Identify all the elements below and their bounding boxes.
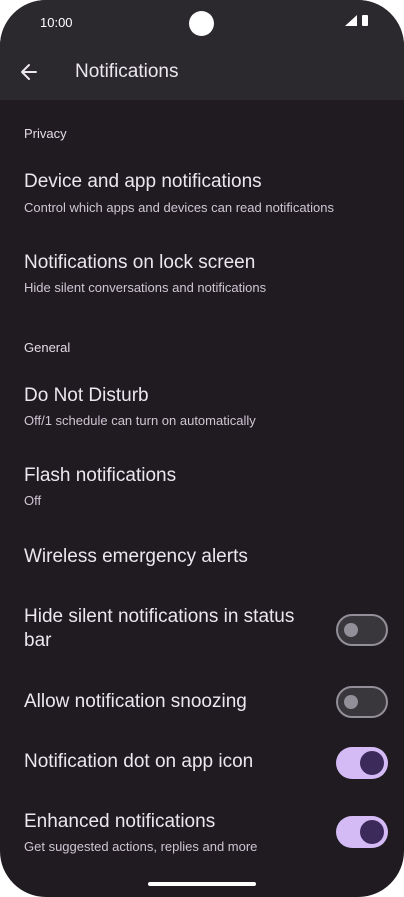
setting-title: Notifications on lock screen <box>24 252 256 273</box>
setting-title: Do Not Disturb <box>24 385 149 406</box>
status-icons <box>345 15 368 26</box>
section-header-general: General <box>24 340 71 355</box>
toggle-knob <box>360 751 384 775</box>
notification-dot-toggle[interactable] <box>336 747 388 779</box>
page-title: Notifications <box>75 61 179 82</box>
phone-screen: 10:00 Notifications Privacy Device and a… <box>0 0 404 897</box>
setting-title: Allow notification snoozing <box>24 691 247 712</box>
camera-cutout <box>189 11 214 36</box>
setting-hide-silent-notifications[interactable]: Hide silent notifications in status bar <box>0 596 404 664</box>
status-time: 10:00 <box>40 15 73 30</box>
setting-title: Device and app notifications <box>24 171 262 192</box>
setting-notification-dot[interactable]: Notification dot on app icon <box>0 738 404 786</box>
setting-do-not-disturb[interactable]: Do Not Disturb Off/1 schedule can turn o… <box>0 372 404 442</box>
setting-device-app-notifications[interactable]: Device and app notifications Control whi… <box>0 158 404 230</box>
hide-silent-toggle[interactable] <box>336 614 388 646</box>
setting-lock-screen-notifications[interactable]: Notifications on lock screen Hide silent… <box>0 240 404 310</box>
setting-notification-snoozing[interactable]: Allow notification snoozing <box>0 678 404 726</box>
setting-subtitle: Off <box>24 493 42 508</box>
setting-title: Hide silent notifications in status bar <box>24 606 295 651</box>
setting-title: Flash notifications <box>24 465 177 486</box>
battery-icon <box>362 15 368 26</box>
setting-subtitle: Off/1 schedule can turn on automatically <box>24 413 256 428</box>
setting-title: Wireless emergency alerts <box>24 546 248 567</box>
setting-subtitle: Get suggested actions, replies and more <box>24 839 258 854</box>
setting-flash-notifications[interactable]: Flash notifications Off <box>0 452 404 522</box>
signal-icon <box>345 15 357 26</box>
setting-title: Enhanced notifications <box>24 811 216 832</box>
setting-wireless-emergency-alerts[interactable]: Wireless emergency alerts <box>0 532 404 584</box>
toggle-knob <box>344 623 358 637</box>
snoozing-toggle[interactable] <box>336 686 388 718</box>
arrow-back-icon <box>21 64 37 80</box>
setting-subtitle: Control which apps and devices can read … <box>24 200 335 215</box>
enhanced-notifications-toggle[interactable] <box>336 816 388 848</box>
setting-subtitle: Hide silent conversations and notificati… <box>24 280 267 295</box>
home-indicator[interactable] <box>148 882 256 886</box>
setting-enhanced-notifications[interactable]: Enhanced notifications Get suggested act… <box>0 802 404 866</box>
app-bar: 10:00 Notifications <box>0 0 404 100</box>
toggle-knob <box>344 695 358 709</box>
back-button[interactable] <box>14 57 44 87</box>
toggle-knob <box>360 820 384 844</box>
section-header-privacy: Privacy <box>24 126 67 141</box>
setting-title: Notification dot on app icon <box>24 751 254 772</box>
